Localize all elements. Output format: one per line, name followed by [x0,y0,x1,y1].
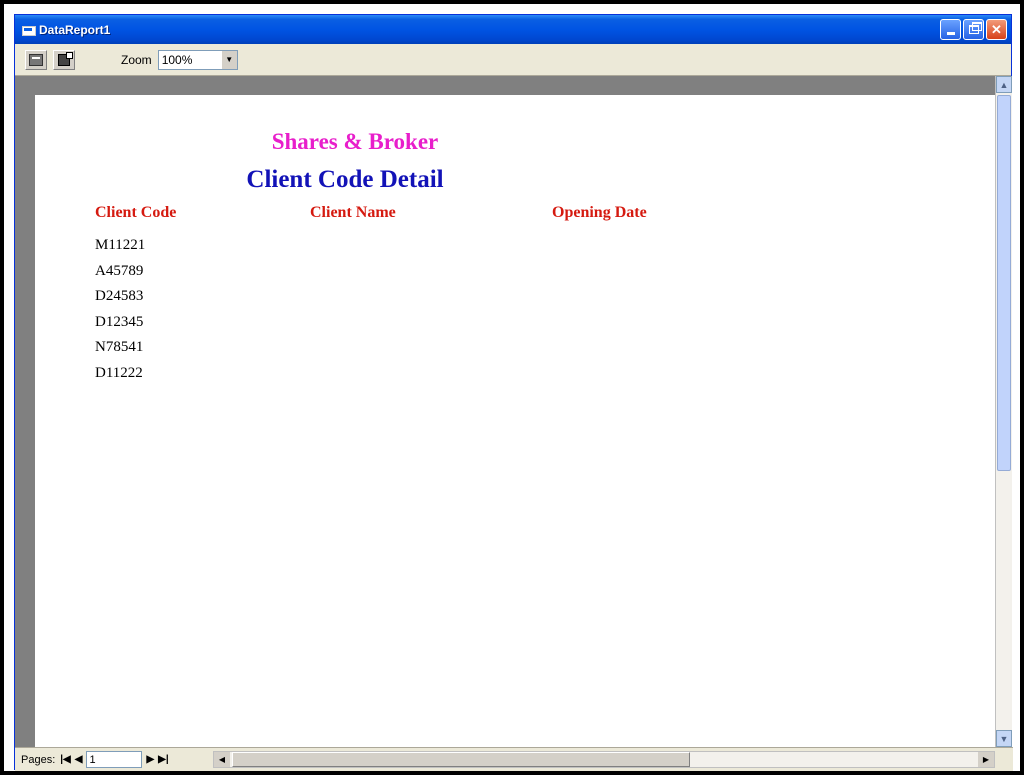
print-button[interactable] [25,49,47,70]
page-number-value: 1 [89,753,96,766]
close-button[interactable]: ✕ [986,19,1007,40]
horizontal-scroll-thumb[interactable] [232,752,690,767]
export-icon [58,51,73,66]
first-page-icon[interactable]: |◀ [58,754,73,765]
last-page-icon[interactable]: ▶| [156,754,171,765]
page-number-input[interactable]: 1 [86,751,143,768]
zoom-label: Zoom [121,52,152,67]
scroll-up-icon[interactable]: ▲ [996,76,1012,93]
report-toolbar: Zoom 100% ▼ [15,44,1011,76]
datareport-window: DataReport1 ✕ Zoom 100% ▼ Shares & Broke… [14,14,1013,771]
app-icon [21,23,36,37]
chevron-down-icon[interactable]: ▼ [220,50,237,69]
report-viewport: Shares & Broker Client Code Detail Clien… [15,76,995,747]
report-row: D11222 [95,364,143,381]
report-title: Shares & Broker [271,129,439,154]
zoom-value: 100% [161,52,193,67]
column-header-client-code: Client Code [95,204,177,221]
restore-icon [968,22,982,34]
printer-icon [29,53,43,66]
window-title: DataReport1 [39,22,111,37]
close-icon: ✕ [991,22,1002,37]
report-row: D24583 [95,288,144,304]
minimize-button[interactable] [940,19,961,40]
report-row: N78541 [95,339,144,355]
restore-button[interactable] [963,19,984,40]
scroll-left-icon[interactable]: ◀ [214,752,230,767]
vertical-scrollbar[interactable]: ▲ ▼ [995,76,1012,747]
pages-label: Pages: [21,753,56,766]
title-bar[interactable]: DataReport1 ✕ [15,15,1011,44]
report-row: D12345 [95,313,144,330]
vertical-scroll-thumb[interactable] [997,95,1011,471]
report-rows: M11221 A45789 D24583 D12345 N78541 D1122… [95,237,145,390]
scroll-down-icon[interactable]: ▼ [996,730,1012,747]
minimize-icon [946,32,955,35]
previous-page-icon[interactable]: ◀ [73,754,85,765]
next-page-icon[interactable]: ▶ [144,754,156,765]
horizontal-scrollbar[interactable]: ◀ ▶ [213,751,995,768]
column-header-opening-date: Opening Date [552,204,647,221]
export-button[interactable] [53,49,75,70]
column-header-client-name: Client Name [310,204,396,221]
report-page: Shares & Broker Client Code Detail Clien… [35,95,995,747]
zoom-select[interactable]: 100% ▼ [157,49,238,70]
report-row: M11221 [95,237,146,253]
report-subtitle: Client Code Detail [246,166,444,193]
scroll-right-icon[interactable]: ▶ [978,752,994,767]
report-row: A45789 [95,262,144,279]
screen-border: DataReport1 ✕ Zoom 100% ▼ Shares & Broke… [4,4,1020,771]
page-navigation-bar: Pages: |◀ ◀ 1 ▶ ▶| ◀ ▶ [15,747,1013,771]
